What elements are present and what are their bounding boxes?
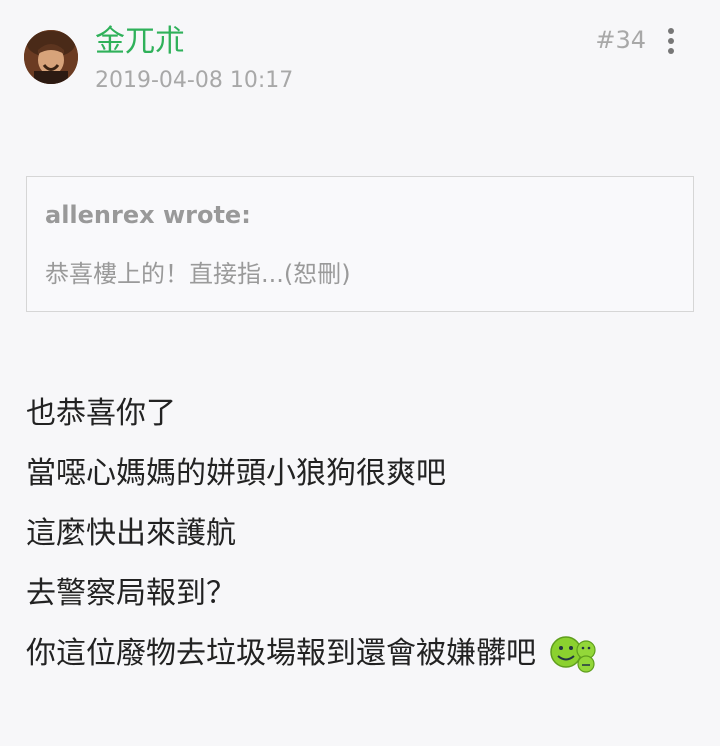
post-line-text: 也恭喜你了 [26, 396, 176, 431]
post-timestamp: 2019-04-08 10:17 [95, 68, 294, 93]
post-line: 你這位廢物去垃圾場報到還會被嫌髒吧 [26, 624, 706, 684]
author-name[interactable]: 金兀朮 [95, 22, 185, 62]
post-line-text: 你這位廢物去垃圾場報到還會被嫌髒吧 [26, 636, 536, 671]
more-vertical-icon[interactable] [656, 24, 686, 58]
quote-text: 恭喜樓上的！直接指...(恕刪) [45, 260, 351, 288]
post-line: 這麼快出來護航 [26, 504, 706, 564]
green-smiley-emoji-icon [548, 634, 600, 674]
avatar-image [24, 30, 78, 84]
post-body: 也恭喜你了 當噁心媽媽的姘頭小狼狗很爽吧 這麼快出來護航 去警察局報到？ 你這位… [26, 384, 706, 684]
post-line: 去警察局報到？ [26, 564, 706, 624]
quote-author: allenrex wrote: [45, 201, 251, 229]
post-line-text: 去警察局報到？ [26, 576, 236, 611]
author-avatar[interactable] [24, 30, 78, 84]
quote-block: allenrex wrote: 恭喜樓上的！直接指...(恕刪) [26, 176, 694, 312]
post-line: 也恭喜你了 [26, 384, 706, 444]
post: 金兀朮 2019-04-08 10:17 #34 allenrex wrote:… [0, 0, 720, 746]
post-line-text: 這麼快出來護航 [26, 516, 236, 551]
post-line-text: 當噁心媽媽的姘頭小狼狗很爽吧 [26, 456, 446, 491]
floor-number: #34 [595, 26, 646, 54]
post-line: 當噁心媽媽的姘頭小狼狗很爽吧 [26, 444, 706, 504]
